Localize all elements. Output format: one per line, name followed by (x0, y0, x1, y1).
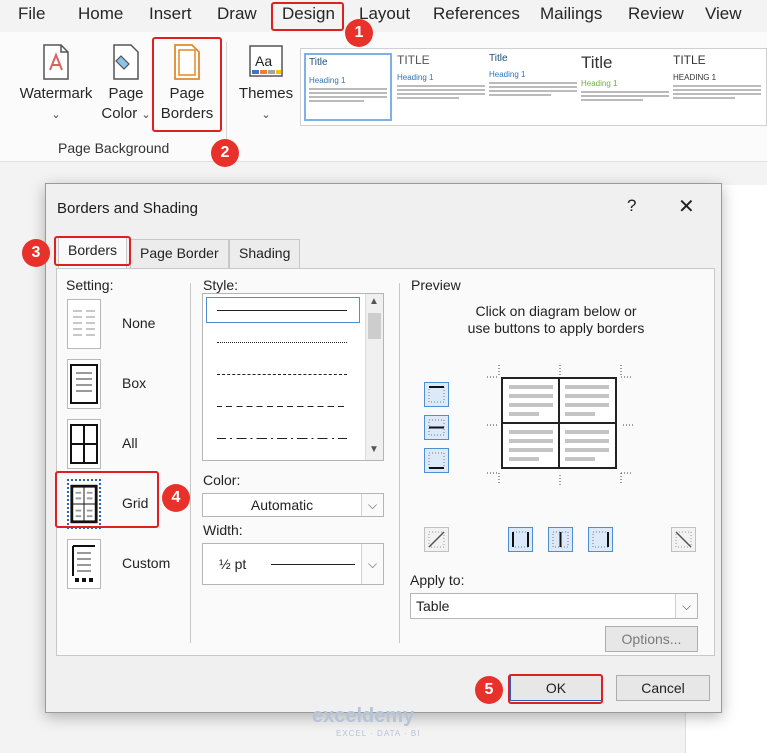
style-solid[interactable] (217, 310, 347, 311)
style-set-thumb[interactable]: Title Heading 1 (581, 53, 669, 121)
chevron-down-icon[interactable]: ⌵ (675, 594, 697, 618)
highlight-ok-button (508, 674, 603, 704)
menu-mailings[interactable]: Mailings (540, 4, 602, 24)
diagram-corner-marks (487, 365, 633, 485)
close-icon[interactable]: ✕ (678, 194, 695, 219)
step-badge: 2 (211, 139, 239, 167)
step-badge: 3 (22, 239, 50, 267)
style-set-thumb[interactable]: Title Heading 1 (304, 53, 392, 121)
ribbon-divider (226, 42, 227, 152)
watermark-label: Watermark (19, 85, 93, 102)
menu-review[interactable]: Review (628, 4, 684, 24)
divider (190, 283, 191, 643)
page-color-label-2: Color (101, 105, 138, 122)
setting-all-icon[interactable] (67, 419, 101, 469)
themes-icon: Aa (249, 45, 283, 77)
chevron-down-icon: ⌄ (261, 109, 271, 121)
highlight-design-tab (271, 2, 344, 31)
tab-page-border[interactable]: Page Border (130, 239, 229, 268)
scrollbar[interactable]: ▲ ▼ (365, 294, 383, 460)
borders-and-shading-dialog: Borders and Shading ? ✕ Borders Page Bor… (45, 183, 722, 713)
apply-to-label: Apply to: (410, 572, 465, 588)
step-badge: 1 (345, 19, 373, 47)
color-label: Color: (203, 472, 241, 488)
setting-none-label[interactable]: None (122, 315, 155, 331)
menu-view[interactable]: View (705, 4, 742, 24)
highlight-borders-tab (54, 236, 131, 266)
setting-none-icon[interactable] (67, 299, 101, 349)
highlight-page-borders (152, 37, 222, 132)
preview-label: Preview (411, 277, 461, 293)
setting-all-label[interactable]: All (122, 435, 138, 451)
style-dashed-small[interactable] (217, 374, 347, 375)
style-dotted[interactable] (217, 342, 347, 343)
watermark-button[interactable]: Watermark ⌄ (16, 44, 96, 125)
inside-horizontal-border-button[interactable] (424, 415, 449, 440)
chevron-down-icon: ⌄ (51, 109, 61, 121)
page-color-icon (113, 44, 139, 80)
scrollbar-thumb[interactable] (368, 313, 381, 339)
cancel-button[interactable]: Cancel (616, 675, 710, 701)
watermark-tagline: EXCEL · DATA · BI (336, 729, 421, 738)
menu-file[interactable]: File (18, 4, 45, 24)
left-border-button[interactable] (508, 527, 533, 552)
setting-custom-label[interactable]: Custom (122, 555, 170, 571)
width-line (271, 564, 355, 565)
themes-button[interactable]: Aa Themes ⌄ (234, 44, 298, 125)
options-button[interactable]: Options... (605, 626, 698, 652)
themes-label: Themes (238, 85, 294, 102)
style-label: Style: (203, 277, 239, 293)
top-border-button[interactable] (424, 382, 449, 407)
chevron-down-icon: ⌄ (141, 109, 151, 121)
style-set-thumb[interactable]: Title Heading 1 (489, 53, 577, 121)
step-badge: 4 (162, 484, 190, 512)
scroll-down-icon[interactable]: ▼ (369, 444, 379, 455)
style-dashed[interactable] (217, 406, 347, 407)
preview-hint-2: use buttons to apply borders (467, 320, 645, 336)
menu-bar: File Home Insert Draw Design Layout Refe… (0, 0, 767, 32)
menu-insert[interactable]: Insert (149, 4, 192, 24)
borders-panel: Setting: None Box All Grid Custom Style: (56, 268, 715, 656)
page-color-label-1: Page (108, 85, 144, 102)
chevron-down-icon[interactable]: ⌵ (361, 494, 383, 516)
help-button[interactable]: ? (627, 196, 636, 216)
preview-hint-1: Click on diagram below or (475, 303, 637, 319)
color-select[interactable]: Automatic ⌵ (202, 493, 384, 517)
tab-shading[interactable]: Shading (229, 239, 301, 268)
menu-draw[interactable]: Draw (217, 4, 257, 24)
setting-box-icon[interactable] (67, 359, 101, 409)
style-set-thumb[interactable]: TITLE HEADING 1 (673, 53, 761, 121)
watermark-logo: exceldemy (312, 705, 415, 727)
svg-text:Aa: Aa (255, 53, 272, 69)
apply-to-select[interactable]: Table ⌵ (410, 593, 698, 619)
setting-box-label[interactable]: Box (122, 375, 146, 391)
menu-home[interactable]: Home (78, 4, 123, 24)
dialog-title: Borders and Shading (57, 200, 198, 217)
ribbon: Watermark ⌄ Page Color ⌄ Page Borders Aa… (0, 32, 767, 162)
diagonal-down-border-button[interactable] (424, 527, 449, 552)
scroll-up-icon[interactable]: ▲ (369, 296, 379, 307)
width-select[interactable]: ½ pt ⌵ (202, 543, 384, 585)
width-label: Width: (203, 522, 243, 538)
divider (399, 283, 400, 643)
inside-vertical-border-button[interactable] (548, 527, 573, 552)
style-set-gallery: Title Heading 1 TITLE Heading 1 Title He… (300, 48, 767, 126)
step-badge: 5 (475, 676, 503, 704)
setting-custom-icon[interactable] (67, 539, 101, 589)
page-color-button[interactable]: Page Color ⌄ (100, 44, 152, 125)
watermark-icon (43, 44, 69, 80)
bottom-border-button[interactable] (424, 448, 449, 473)
chevron-down-icon[interactable]: ⌵ (361, 544, 383, 584)
style-list[interactable]: ▲ ▼ (202, 293, 384, 461)
style-dash-dot[interactable] (217, 438, 347, 439)
style-set-thumb[interactable]: TITLE Heading 1 (397, 53, 485, 121)
page-background-group-label: Page Background (58, 140, 170, 156)
highlight-grid-setting (55, 471, 159, 528)
right-border-button[interactable] (588, 527, 613, 552)
setting-label: Setting: (66, 277, 114, 293)
menu-references[interactable]: References (433, 4, 520, 24)
diagonal-up-border-button[interactable] (671, 527, 696, 552)
